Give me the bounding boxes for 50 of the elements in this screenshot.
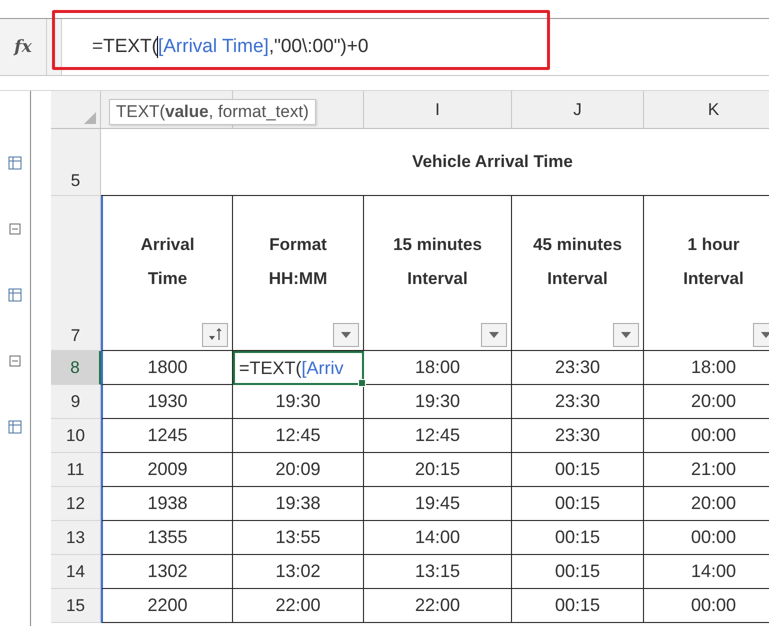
table-cell: 20:00: [644, 385, 769, 419]
table-cell: 13:55: [233, 521, 364, 555]
table-cell: 00:00: [644, 419, 769, 453]
table-cell: 18:00: [364, 351, 512, 385]
table-cell: 22:00: [233, 589, 364, 623]
table-cell: 21:00: [644, 453, 769, 487]
table-cell: 12:45: [364, 419, 512, 453]
heading-text: Arrival: [140, 234, 194, 256]
table-cell: 19:30: [233, 385, 364, 419]
table-cell: 00:15: [512, 521, 644, 555]
table-cell: 00:15: [512, 487, 644, 521]
heading-text: 45 minutes: [533, 234, 622, 256]
heading-text: Format: [269, 234, 327, 256]
table-cell: 12:45: [233, 419, 364, 453]
table-cell: 00:15: [512, 453, 644, 487]
table-cell: 23:30: [512, 385, 644, 419]
heading-text: 15 minutes: [393, 234, 482, 256]
table-cell: 23:30: [512, 351, 644, 385]
heading-text: 1 hour: [688, 234, 740, 256]
table-cell: 19:45: [364, 487, 512, 521]
heading-text: Interval: [683, 268, 744, 290]
table-cell: 00:00: [644, 589, 769, 623]
table-cell: 00:15: [512, 555, 644, 589]
table-cell: 1930: [101, 385, 233, 419]
table-cell: 18:00: [644, 351, 769, 385]
table-cell: 19:30: [364, 385, 512, 419]
table-cell: 14:00: [364, 521, 512, 555]
table-cell: 20:09: [233, 453, 364, 487]
table-cell: 2009: [101, 453, 233, 487]
heading-text: Interval: [407, 268, 468, 290]
heading-text: Interval: [547, 268, 608, 290]
table-cell: 2200: [101, 589, 233, 623]
table-cell: 19:38: [233, 487, 364, 521]
table-cell: 00:15: [512, 589, 644, 623]
heading-text: HH:MM: [268, 268, 328, 290]
table-cell: 14:00: [644, 555, 769, 589]
table-title: Vehicle Arrival Time: [101, 129, 769, 196]
table-cell: 20:00: [644, 487, 769, 521]
table-cell: 20:15: [364, 453, 512, 487]
heading-text: Time: [148, 268, 188, 290]
table-cell: 1355: [101, 521, 233, 555]
table-cell: 1302: [101, 555, 233, 589]
function-tooltip: TEXT(value, format_text): [109, 99, 316, 125]
table-cell: 23:30: [512, 419, 644, 453]
table-cell: 22:00: [364, 589, 512, 623]
table-cell: 13:02: [233, 555, 364, 589]
table-cell: 00:00: [644, 521, 769, 555]
table-cell: 1938: [101, 487, 233, 521]
table-cell: 13:15: [364, 555, 512, 589]
table-cell: 1245: [101, 419, 233, 453]
